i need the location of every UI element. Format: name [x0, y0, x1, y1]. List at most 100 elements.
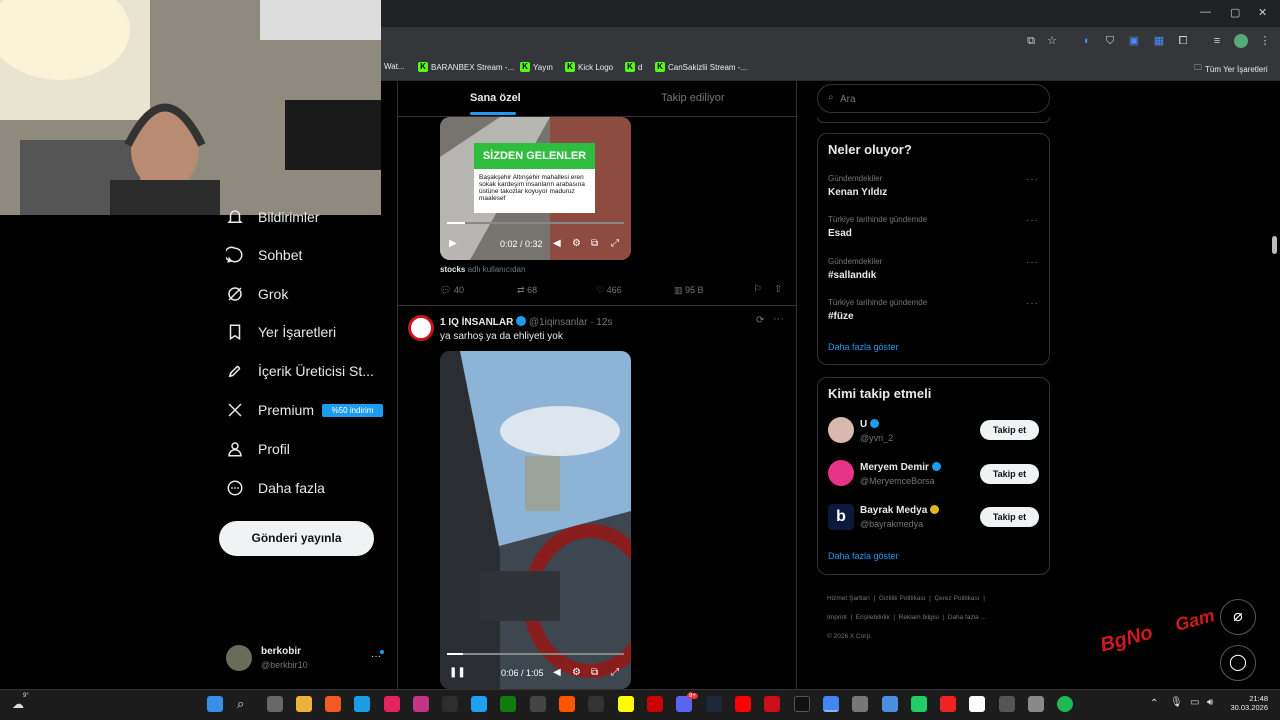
search-input[interactable]: ⌕ Ara: [817, 84, 1050, 113]
app-icon[interactable]: [882, 696, 898, 712]
post-video[interactable]: SİZDEN GELENLER Başakşehir Altınşehir ma…: [440, 117, 631, 260]
nav-profile[interactable]: Profil: [226, 440, 290, 458]
pause-icon[interactable]: ❚❚: [449, 667, 466, 678]
trend-menu-icon[interactable]: ···: [1026, 257, 1039, 268]
bookmark-item[interactable]: K BARANBEX Stream -...: [418, 62, 514, 72]
footer-link[interactable]: Reklam bilgisi: [899, 614, 939, 621]
close-icon[interactable]: ✕: [1258, 6, 1267, 19]
nav-creator-studio[interactable]: İçerik Üreticisi St...: [226, 362, 374, 380]
app-icon[interactable]: [384, 696, 400, 712]
app-icon[interactable]: [940, 696, 956, 712]
bookmark-item[interactable]: K Yayın: [520, 62, 553, 72]
mic-icon[interactable]: 🎙︎: [1170, 697, 1183, 708]
post-video[interactable]: ❚❚ 0:06 / 1:05 ◀ ⚙ ⧉ ⤢: [440, 351, 631, 689]
nav-notifications[interactable]: Bildirimler: [226, 208, 319, 226]
app-icon[interactable]: [442, 696, 458, 712]
avatar[interactable]: [408, 315, 434, 341]
suggestion-name[interactable]: Bayrak Medya: [860, 505, 940, 516]
nav-bookmarks[interactable]: Yer İşaretleri: [226, 323, 336, 341]
shield-icon[interactable]: ⛉: [1103, 34, 1117, 48]
app-icon[interactable]: [999, 696, 1015, 712]
bookmark-item[interactable]: K Kick Logo: [565, 62, 613, 72]
avatar[interactable]: [226, 645, 252, 671]
start-icon[interactable]: [207, 696, 223, 712]
trend-topic[interactable]: #sallandık: [828, 270, 876, 281]
media-icon[interactable]: ≡: [1210, 34, 1224, 48]
trend-topic[interactable]: Kenan Yıldız: [828, 187, 887, 198]
pip-icon[interactable]: ⧉: [591, 667, 598, 678]
display-icon[interactable]: ▭: [1190, 697, 1199, 708]
bookmark-item[interactable]: Wat...: [384, 62, 405, 71]
chevron-up-icon[interactable]: ⌃: [1150, 698, 1158, 709]
post-button[interactable]: Gönderi yayınla: [219, 521, 374, 556]
task-view-icon[interactable]: [267, 696, 283, 712]
nav-more[interactable]: Daha fazla: [226, 479, 325, 497]
fullscreen-icon[interactable]: ⤢: [611, 667, 619, 678]
file-explorer-icon[interactable]: [296, 696, 312, 712]
tiktok-icon[interactable]: [794, 696, 810, 712]
scrollbar-thumb[interactable]: [1272, 236, 1277, 254]
footer-link[interactable]: Erişilebilirlik: [856, 614, 890, 621]
trend-menu-icon[interactable]: ···: [1026, 215, 1039, 226]
brave-icon[interactable]: [325, 696, 341, 712]
spotify-icon[interactable]: [1057, 696, 1073, 712]
trend-menu-icon[interactable]: ···: [1026, 174, 1039, 185]
avatar[interactable]: [828, 460, 854, 486]
show-more-link[interactable]: Daha fazla göster: [828, 342, 899, 352]
follow-button[interactable]: Takip et: [980, 507, 1039, 527]
avatar[interactable]: [828, 417, 854, 443]
extension-icon[interactable]: ◖: [1079, 34, 1093, 48]
profile-avatar-icon[interactable]: [1234, 34, 1248, 48]
trend-topic[interactable]: #füze: [828, 311, 854, 322]
post-menu-icon[interactable]: ···: [773, 313, 784, 325]
yandex-icon[interactable]: [969, 696, 985, 712]
like-button[interactable]: ♡ 466: [596, 285, 622, 296]
suggestion-name[interactable]: U: [860, 419, 880, 430]
soundcloud-icon[interactable]: [559, 696, 575, 712]
footer-link[interactable]: Imprint: [827, 614, 847, 621]
trend-topic[interactable]: Esad: [828, 228, 852, 239]
footer-link[interactable]: Hizmet Şartları: [827, 595, 870, 602]
nav-chat[interactable]: Sohbet: [226, 246, 302, 264]
avatar[interactable]: b: [828, 504, 854, 530]
follow-button[interactable]: Takip et: [980, 420, 1039, 440]
twitter-icon[interactable]: [471, 696, 487, 712]
bookmark-item[interactable]: Kd: [625, 62, 642, 72]
volume-icon[interactable]: 🔊︎: [1207, 697, 1213, 708]
settings-icon[interactable]: ⚙: [572, 238, 581, 249]
nav-premium[interactable]: Premium: [226, 401, 314, 419]
youtube-icon[interactable]: [735, 696, 751, 712]
search-icon[interactable]: ⌕: [237, 696, 253, 712]
app-icon[interactable]: [852, 696, 868, 712]
snapchat-icon[interactable]: [618, 696, 634, 712]
footer-link[interactable]: Çerez Politikası: [934, 595, 979, 602]
netflix-icon[interactable]: [647, 696, 663, 712]
show-more-link[interactable]: Daha fazla göster: [828, 551, 899, 561]
trend-menu-icon[interactable]: ···: [1026, 298, 1039, 309]
footer-link[interactable]: Gizlilik Politikası: [879, 595, 926, 602]
opera-icon[interactable]: [764, 696, 780, 712]
volume-icon[interactable]: ◀: [553, 238, 561, 249]
fullscreen-icon[interactable]: ⤢: [611, 238, 619, 249]
puzzle-icon[interactable]: ⧠: [1176, 34, 1190, 48]
bookmark-icon[interactable]: ⚐: [753, 284, 762, 295]
views-button[interactable]: ▥ 95 B: [674, 285, 704, 296]
author-handle[interactable]: @1iqinsanlar: [529, 317, 588, 328]
suggestion-name[interactable]: Meryem Demir: [860, 462, 941, 473]
bookmark-item[interactable]: K CanSakizlii Stream -...: [655, 62, 747, 72]
reply-button[interactable]: 💬︎ 40: [440, 285, 464, 296]
video-progress[interactable]: [447, 653, 624, 655]
pip-icon[interactable]: ⧉: [591, 238, 598, 249]
settings-icon[interactable]: ⚙: [572, 667, 581, 678]
kebab-menu-icon[interactable]: ⋮: [1258, 34, 1272, 48]
play-icon[interactable]: ▶: [449, 238, 457, 249]
messages-float-button[interactable]: ◯: [1220, 645, 1256, 681]
nav-grok[interactable]: Grok: [226, 285, 288, 303]
video-source[interactable]: stocks adlı kullanıcıdan: [440, 265, 525, 274]
app-icon[interactable]: [530, 696, 546, 712]
volume-icon[interactable]: ◀: [553, 667, 561, 678]
star-icon[interactable]: ☆: [1045, 34, 1059, 48]
epic-games-icon[interactable]: [588, 696, 604, 712]
repost-button[interactable]: ⇄ 68: [517, 285, 537, 296]
follow-button[interactable]: Takip et: [980, 464, 1039, 484]
